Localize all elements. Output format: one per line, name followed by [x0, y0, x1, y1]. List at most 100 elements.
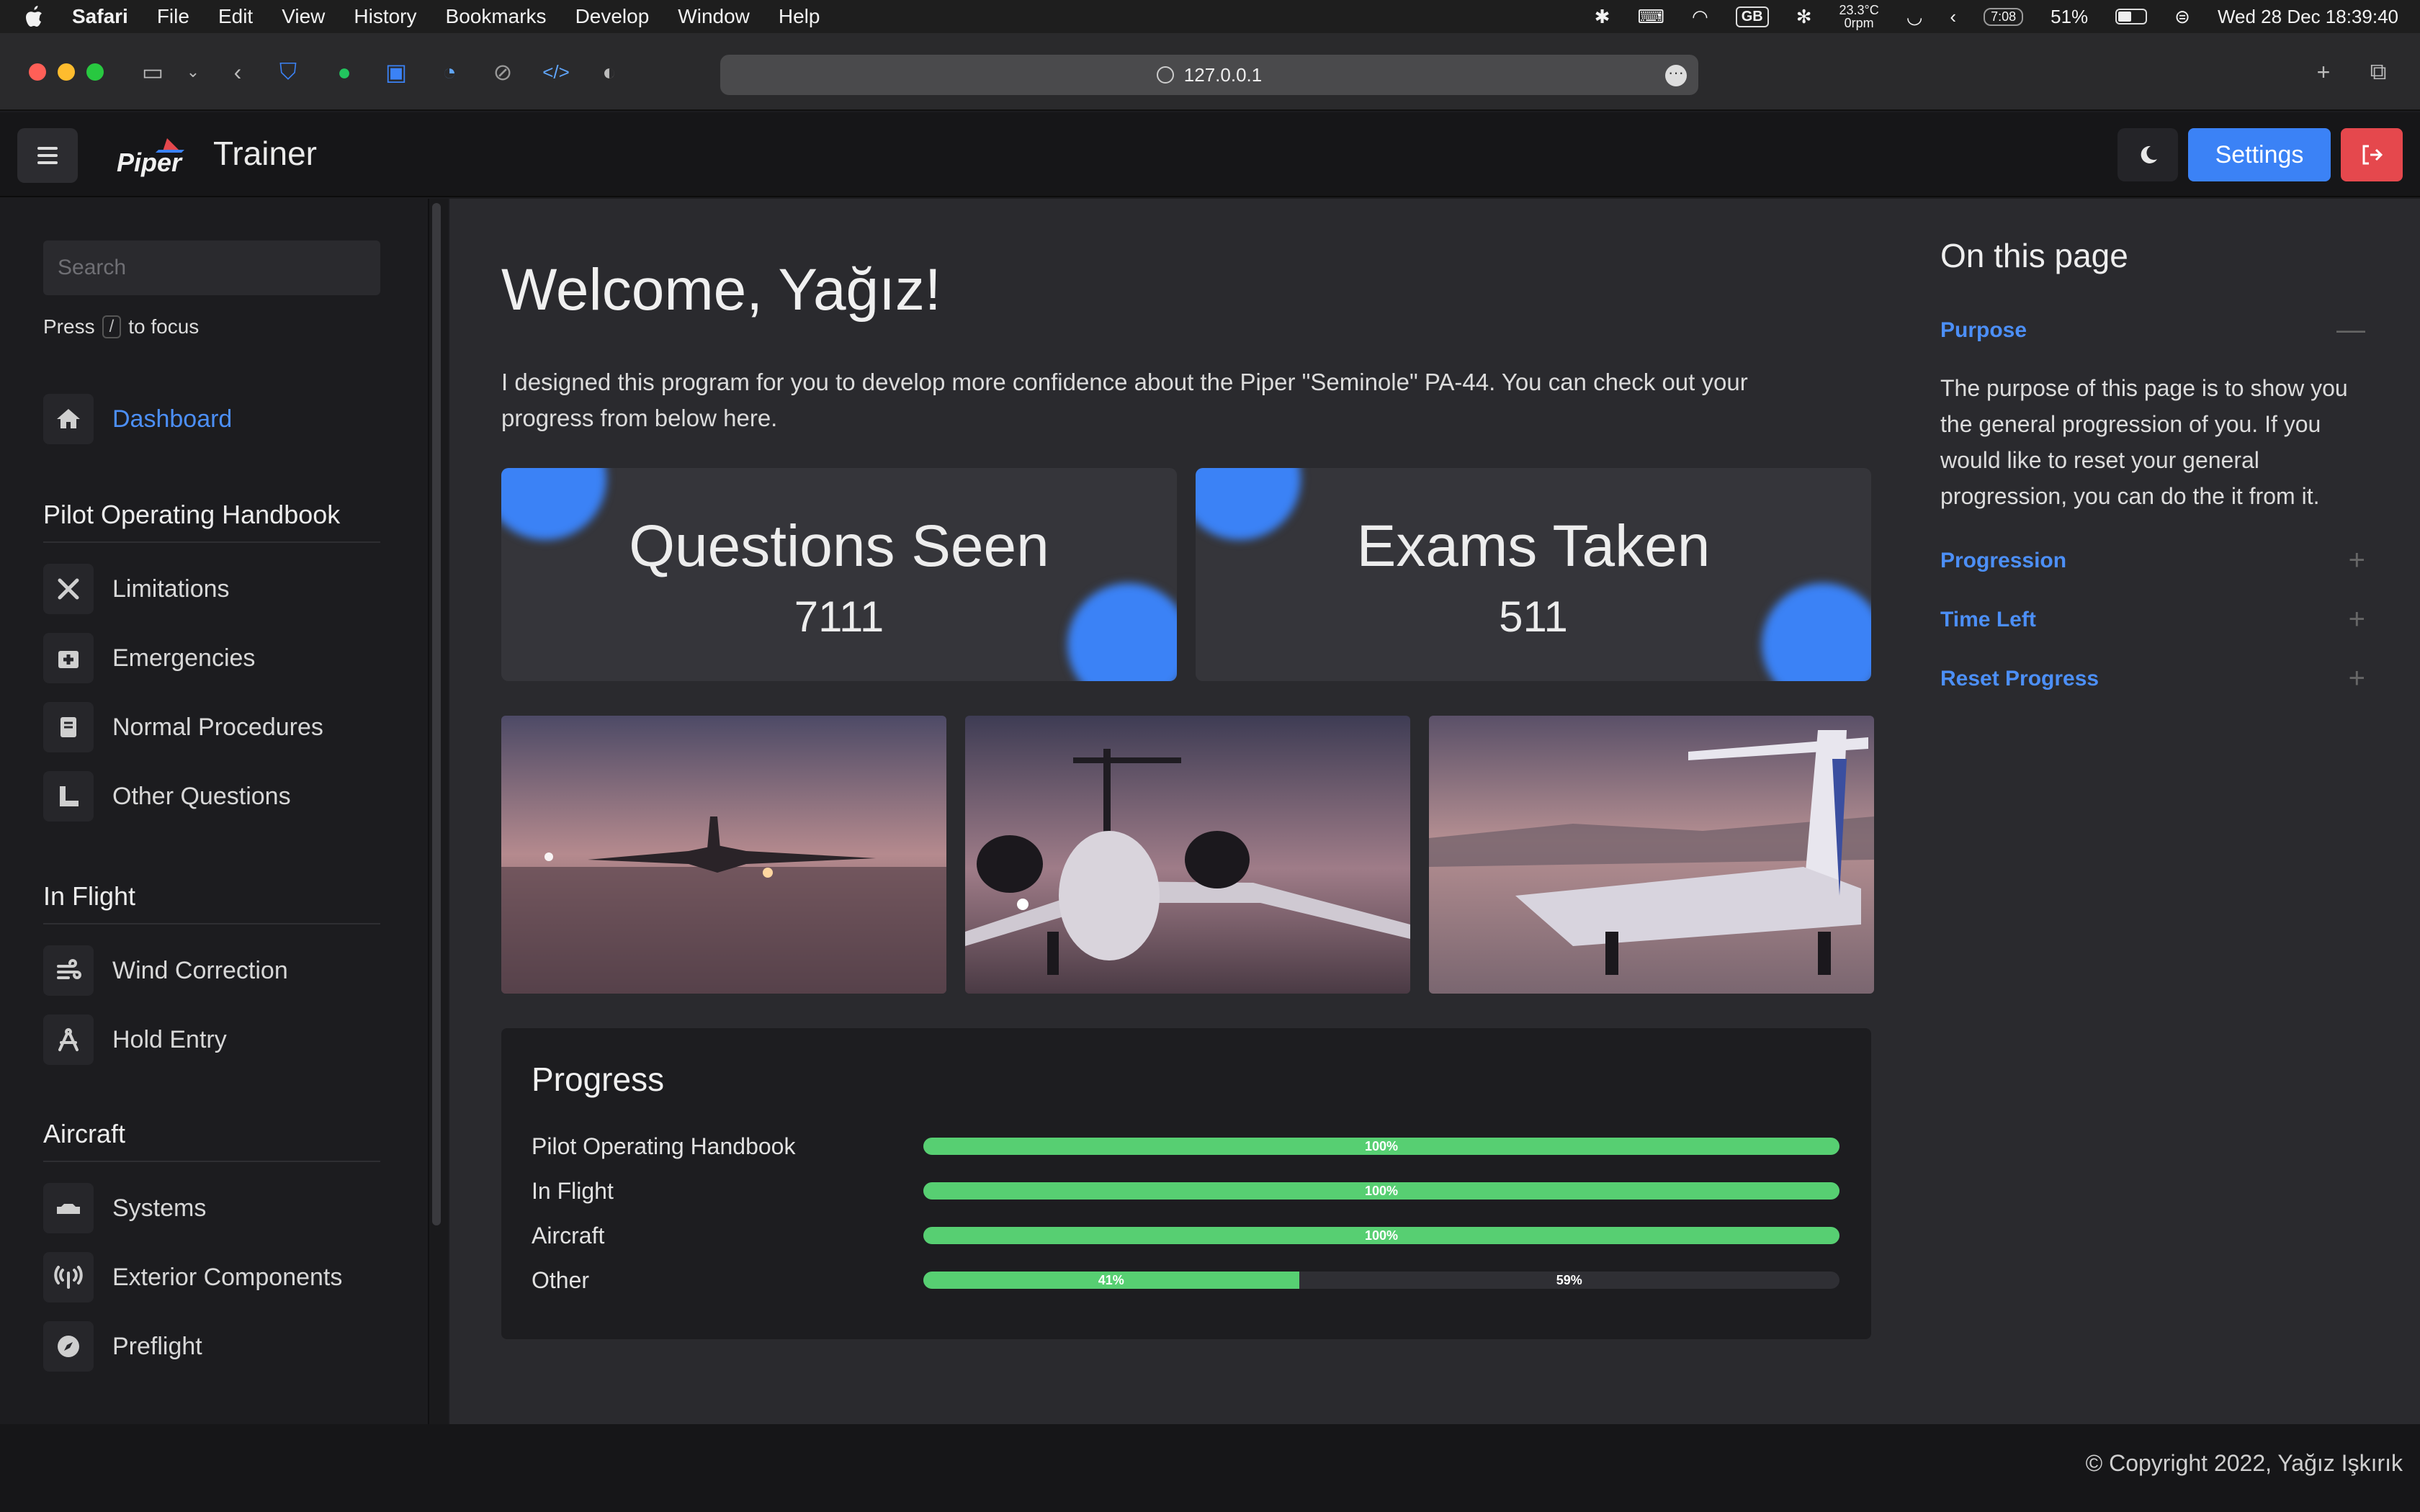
sidebar-item-systems[interactable]: Systems: [43, 1182, 206, 1234]
wind-icon: [43, 945, 94, 996]
stat-card-exams: Exams Taken 511: [1196, 468, 1871, 681]
input-source-badge[interactable]: GB: [1735, 6, 1769, 27]
progress-row: Other 41% 59%: [532, 1264, 1842, 1296]
ruler-icon: [43, 771, 94, 822]
sidebar-item-wind-correction[interactable]: Wind Correction: [43, 945, 288, 996]
shield-extension-icon[interactable]: ◐: [595, 58, 624, 86]
home-icon: [43, 394, 94, 444]
expand-icon[interactable]: +: [2349, 662, 2365, 695]
battery-icon[interactable]: [2115, 9, 2148, 24]
code-extension-icon[interactable]: </>: [542, 58, 570, 86]
settings-button[interactable]: Settings: [2188, 128, 2331, 181]
moon-icon: [2141, 145, 2157, 163]
time-remaining[interactable]: 7:08: [1984, 7, 2024, 26]
stat-card-questions: Questions Seen 7111: [501, 468, 1177, 681]
sidebar-item-emergencies[interactable]: Emergencies: [43, 632, 255, 684]
aircraft-photo-2: [965, 716, 1410, 994]
new-tab-icon[interactable]: +: [2309, 58, 2338, 86]
page-title: Welcome, Yağız!: [501, 257, 941, 323]
menu-file[interactable]: File: [157, 5, 189, 28]
footer: © Copyright 2022, Yağız Işkırık: [0, 1424, 2420, 1512]
expand-icon[interactable]: +: [2349, 603, 2365, 636]
menu-window[interactable]: Window: [678, 5, 750, 28]
stat-label: Questions Seen: [629, 513, 1049, 579]
bluetooth-icon[interactable]: ✱: [1595, 6, 1610, 28]
intro-text: I designed this program for you to devel…: [501, 369, 1748, 431]
sidebar-item-limitations[interactable]: Limitations: [43, 563, 230, 615]
piper-logo[interactable]: Piper: [115, 134, 202, 177]
toc-item-purpose[interactable]: Purpose —: [1940, 314, 2365, 346]
control-center-icon[interactable]: ⊜: [2174, 6, 2190, 28]
sidebar-item-dashboard[interactable]: Dashboard: [43, 393, 232, 445]
toc-item-time-left[interactable]: Time Left +: [1940, 603, 2365, 636]
tools-icon: [43, 564, 94, 614]
menu-toggle-button[interactable]: [17, 128, 78, 183]
menu-develop[interactable]: Develop: [575, 5, 650, 28]
more-options-icon[interactable]: ···: [1665, 65, 1687, 86]
menubar-clock[interactable]: Wed 28 Dec 18:39:40: [2218, 6, 2398, 28]
menu-history[interactable]: History: [354, 5, 416, 28]
sidebar-scrollbar[interactable]: [429, 199, 448, 1424]
dark-mode-toggle[interactable]: [2118, 128, 2178, 181]
logout-button[interactable]: [2341, 128, 2403, 181]
wifi-icon[interactable]: ◠: [1692, 6, 1708, 28]
eye-icon[interactable]: ◡: [1906, 6, 1923, 28]
on-this-page-title: On this page: [1940, 237, 2128, 274]
tab-overview-icon[interactable]: ⧉: [2364, 58, 2393, 86]
search-input[interactable]: [43, 240, 380, 295]
section-title-aircraft: Aircraft: [43, 1119, 380, 1162]
progress-row: Pilot Operating Handbook 100%: [532, 1130, 1842, 1162]
collapse-icon[interactable]: —: [2336, 314, 2365, 346]
sidebar-item-preflight[interactable]: Preflight: [43, 1320, 202, 1372]
back-icon[interactable]: ‹: [223, 58, 252, 86]
chevron-left-icon[interactable]: ‹: [1950, 6, 1956, 28]
bookmark-extension-icon[interactable]: ▣: [382, 58, 411, 86]
bitwarden-extension-icon[interactable]: ⛉: [274, 58, 302, 86]
menu-app-name[interactable]: Safari: [72, 5, 128, 28]
progress-label: Aircraft: [532, 1222, 605, 1248]
menu-help[interactable]: Help: [779, 5, 820, 28]
progress-row: In Flight 100%: [532, 1175, 1842, 1207]
sidebar: Press / to focus Dashboard Pilot Operati…: [0, 199, 429, 1424]
menu-bookmarks[interactable]: Bookmarks: [446, 5, 547, 28]
progress-bar: 100%: [923, 1182, 1839, 1200]
section-title-poh: Pilot Operating Handbook: [43, 500, 380, 543]
browser-toolbar: ▭ ⌄ ‹ ⛉ ● ▣ ◔ ⊘ </> ◐ 127.0.0.1 ··· + ⧉: [0, 33, 2420, 111]
sidebar-item-hold-entry[interactable]: Hold Entry: [43, 1014, 227, 1066]
progress-bar: 41% 59%: [923, 1272, 1839, 1289]
toc-item-progression[interactable]: Progression +: [1940, 544, 2365, 577]
menu-edit[interactable]: Edit: [218, 5, 253, 28]
menu-view[interactable]: View: [282, 5, 325, 28]
sidebar-item-other-questions[interactable]: Other Questions: [43, 770, 291, 822]
apple-icon[interactable]: [22, 4, 43, 29]
fan-readout[interactable]: 23.3°C 0rpm: [1839, 4, 1878, 30]
svg-text:Piper: Piper: [117, 148, 183, 177]
antenna-icon: [43, 1252, 94, 1302]
address-bar[interactable]: 127.0.0.1 ···: [720, 55, 1698, 95]
disable-extension-icon[interactable]: ⊘: [488, 58, 517, 86]
engine-icon: [43, 1183, 94, 1233]
url-text: 127.0.0.1: [1183, 63, 1263, 86]
fan-icon[interactable]: ✻: [1796, 6, 1812, 28]
chevron-down-icon[interactable]: ⌄: [179, 58, 207, 86]
scrollbar-thumb[interactable]: [432, 203, 441, 1225]
compass-icon: [43, 1321, 94, 1372]
progress-row: Aircraft 100%: [532, 1220, 1842, 1251]
sidebar-toggle-icon[interactable]: ▭: [138, 58, 167, 86]
zoom-window-button[interactable]: [86, 63, 104, 81]
search-hint: Press / to focus: [43, 315, 200, 338]
sidebar-item-exterior-components[interactable]: Exterior Components: [43, 1251, 342, 1303]
toc-item-reset-progress[interactable]: Reset Progress +: [1940, 662, 2365, 695]
minimize-window-button[interactable]: [58, 63, 75, 81]
section-title-in-flight: In Flight: [43, 881, 380, 924]
macos-menubar: Safari File Edit View History Bookmarks …: [0, 0, 2420, 33]
logout-icon: [2362, 145, 2383, 165]
close-window-button[interactable]: [29, 63, 46, 81]
expand-icon[interactable]: +: [2349, 544, 2365, 577]
keyboard-icon[interactable]: ⌨: [1637, 6, 1664, 28]
grammarly-extension-icon[interactable]: ●: [330, 58, 359, 86]
stat-value: 511: [1499, 593, 1568, 641]
sidebar-item-normal-procedures[interactable]: Normal Procedures: [43, 701, 323, 753]
refresh-extension-icon[interactable]: ◔: [435, 58, 464, 86]
stat-label: Exams Taken: [1356, 513, 1711, 579]
